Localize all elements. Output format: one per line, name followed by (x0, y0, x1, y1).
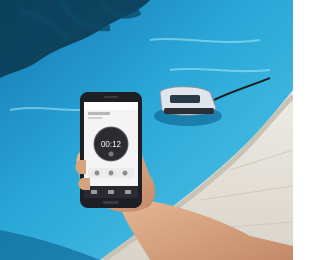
photo-illustration: 00:12 (0, 0, 293, 260)
timer-display: 00:12 (101, 140, 122, 149)
smartphone: 00:12 (80, 92, 142, 208)
pool-photo: 00:12 (0, 0, 293, 260)
fingers-front (75, 160, 86, 174)
